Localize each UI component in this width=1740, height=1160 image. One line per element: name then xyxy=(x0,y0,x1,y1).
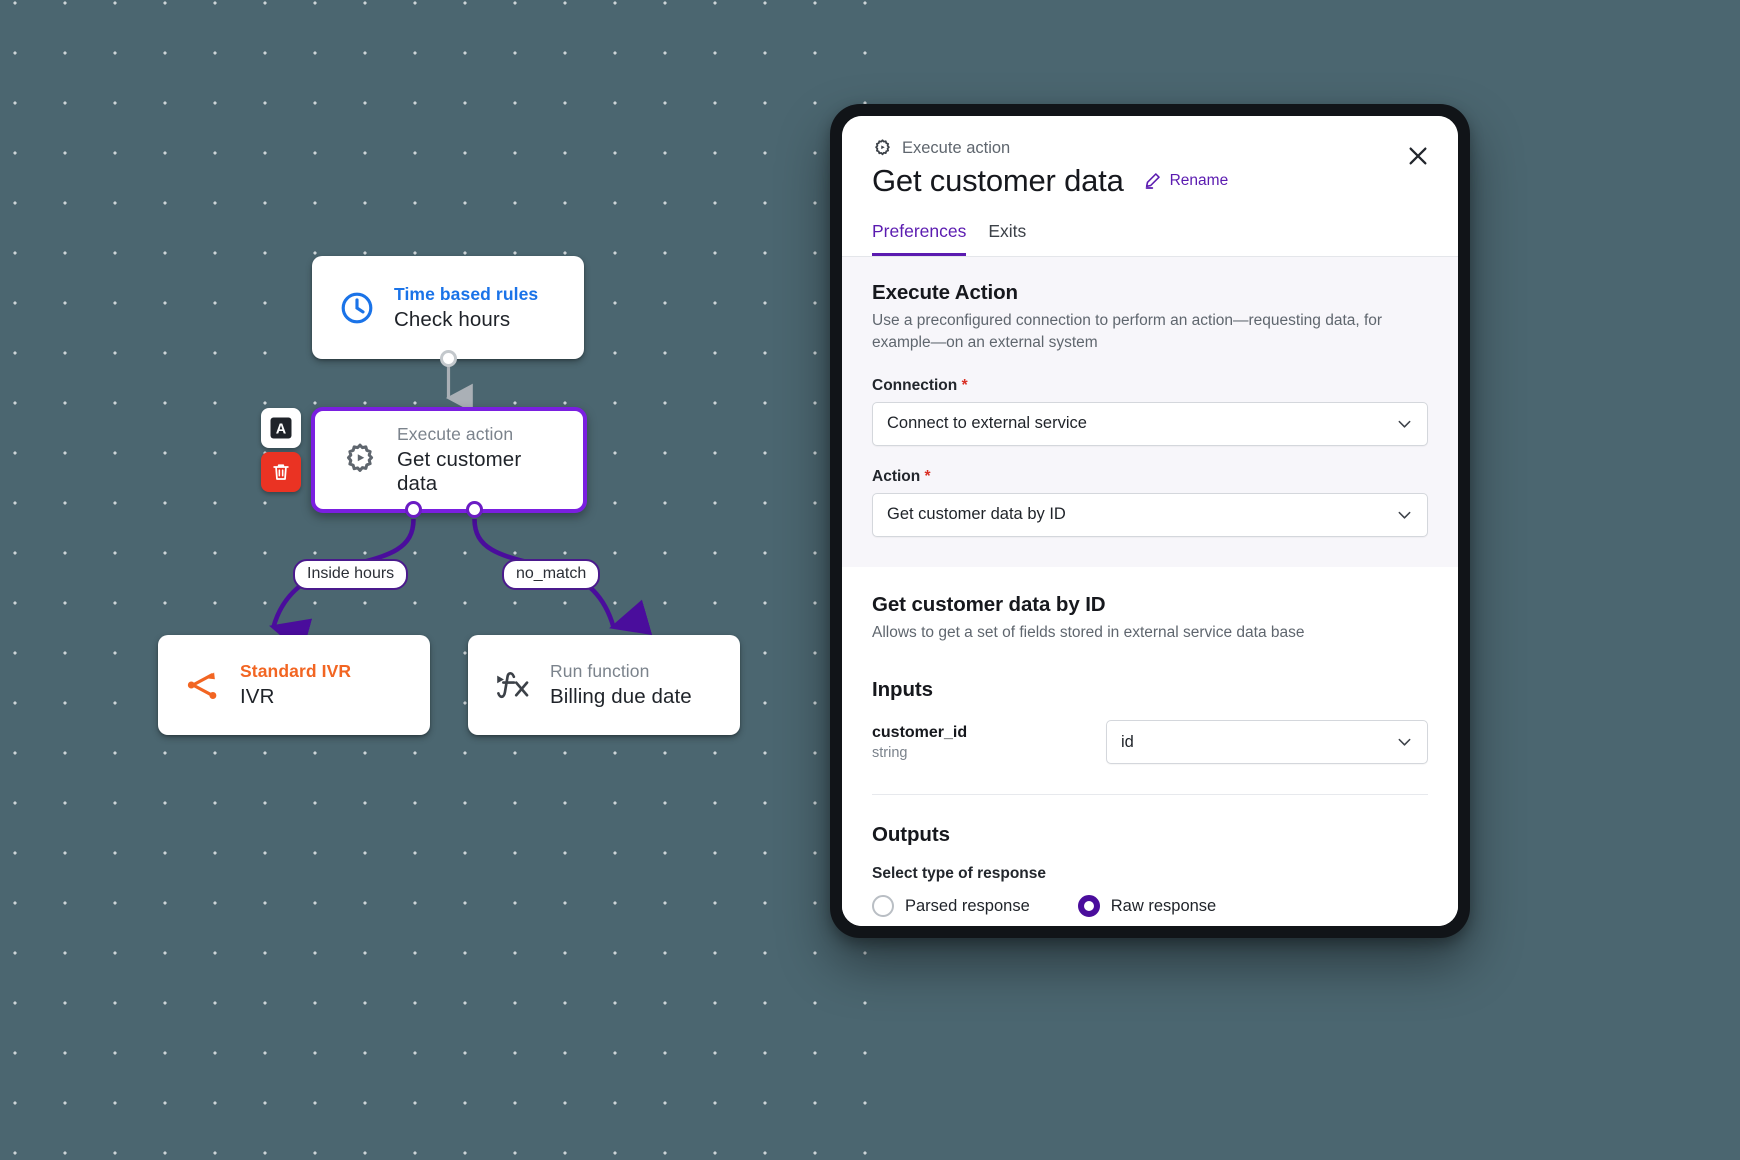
radio-checked-icon xyxy=(1077,895,1100,918)
gear-play-icon xyxy=(872,138,893,159)
node-name-label: Check hours xyxy=(394,307,511,331)
flow-canvas[interactable]: Time based rules Check hours Execute act… xyxy=(0,0,880,1160)
radio-raw-response[interactable]: Raw response xyxy=(1077,895,1217,918)
action-value: Get customer data by ID xyxy=(887,505,1066,524)
node-output-port[interactable] xyxy=(440,350,457,367)
section-heading: Execute Action xyxy=(872,281,1018,304)
node-time-based-rules[interactable]: Time based rules Check hours xyxy=(312,256,584,359)
radio-raw-label: Raw response xyxy=(1110,896,1217,915)
ivr-branch-icon xyxy=(184,666,222,704)
connection-label-text: Connection xyxy=(872,376,958,394)
radio-parsed-label: Parsed response xyxy=(905,896,1030,915)
execute-action-section: Execute Action Use a preconfigured conne… xyxy=(842,257,1458,567)
action-select[interactable]: Get customer data by ID xyxy=(872,492,1428,537)
node-kind-label: Execute action xyxy=(397,424,514,444)
node-settings-panel: Execute action Get customer data Rename xyxy=(842,116,1458,926)
pencil-icon xyxy=(1142,171,1162,191)
node-name-label: Get customer data xyxy=(397,448,522,495)
input-value: id xyxy=(1121,732,1134,751)
close-icon xyxy=(1409,147,1427,165)
input-type: string xyxy=(872,745,908,762)
page-title: Get customer data xyxy=(872,163,1124,198)
node-name-label: IVR xyxy=(240,685,275,708)
action-detail-description: Allows to get a set of fields stored in … xyxy=(872,623,1305,641)
clock-icon xyxy=(338,289,376,327)
node-exit-port-no-match[interactable] xyxy=(466,501,483,518)
action-label: Action * xyxy=(872,468,1428,486)
letter-a-icon: A xyxy=(270,417,292,439)
node-name-label: Billing due date xyxy=(550,685,692,708)
node-standard-ivr[interactable]: Standard IVR IVR xyxy=(158,635,430,735)
section-description: Use a preconfigured connection to perfor… xyxy=(872,312,1383,352)
trash-icon xyxy=(273,464,289,480)
response-type-radio-group: Parsed response Raw response xyxy=(872,895,1428,918)
flow-edges xyxy=(269,366,653,655)
input-key: customer_id xyxy=(872,724,968,742)
node-run-function[interactable]: Run function Billing due date xyxy=(468,635,740,735)
annotate-button[interactable]: A xyxy=(261,408,301,448)
input-meta: customer_id string xyxy=(872,720,967,761)
tab-exits[interactable]: Exits xyxy=(988,221,1026,256)
action-detail-section: Get customer data by ID Allows to get a … xyxy=(842,566,1458,926)
select-type-label: Select type of response xyxy=(872,865,1047,883)
delete-button[interactable] xyxy=(261,452,301,492)
svg-text:A: A xyxy=(276,422,287,438)
radio-unchecked-icon xyxy=(872,895,894,918)
node-kind-label: Time based rules xyxy=(394,283,539,304)
inputs-heading: Inputs xyxy=(872,678,933,702)
section-divider xyxy=(872,794,1428,796)
radio-parsed-response[interactable]: Parsed response xyxy=(872,895,1030,918)
connection-label: Connection * xyxy=(872,377,1428,395)
input-value-select[interactable]: id xyxy=(1106,720,1428,765)
panel-body: Execute Action Use a preconfigured conne… xyxy=(842,257,1458,926)
tab-preferences[interactable]: Preferences xyxy=(872,221,967,256)
chevron-down-icon xyxy=(1395,733,1414,752)
edge-label-inside-hours[interactable]: Inside hours xyxy=(293,559,409,590)
chevron-down-icon xyxy=(1395,505,1414,524)
edge-label-no-match[interactable]: no_match xyxy=(502,559,601,590)
chevron-down-icon xyxy=(1395,414,1414,433)
rename-button[interactable]: Rename xyxy=(1142,171,1229,191)
rename-label: Rename xyxy=(1169,172,1229,189)
action-label-text: Action xyxy=(872,467,921,485)
gear-play-icon xyxy=(341,441,379,479)
required-asterisk: * xyxy=(961,376,968,394)
panel-node-kind: Execute action xyxy=(872,138,1428,159)
function-fx-icon xyxy=(494,666,532,704)
panel-tabs: Preferences Exits xyxy=(842,221,1458,257)
panel-kind-label: Execute action xyxy=(902,139,1011,157)
node-kind-label: Standard IVR xyxy=(240,661,352,681)
node-kind-label: Run function xyxy=(550,661,650,681)
required-asterisk: * xyxy=(924,467,931,485)
close-button[interactable] xyxy=(1404,142,1432,170)
connection-value: Connect to external service xyxy=(887,414,1087,433)
panel-header: Execute action Get customer data Rename xyxy=(842,116,1458,199)
connection-select[interactable]: Connect to external service xyxy=(872,401,1428,446)
input-row: customer_id string id xyxy=(872,720,1428,765)
node-execute-action[interactable]: Execute action Get customer data xyxy=(311,407,587,513)
outputs-heading: Outputs xyxy=(872,823,950,847)
action-detail-heading: Get customer data by ID xyxy=(872,592,1106,616)
node-exit-port-inside-hours[interactable] xyxy=(405,501,422,518)
tablet-frame: Execute action Get customer data Rename xyxy=(830,104,1470,938)
